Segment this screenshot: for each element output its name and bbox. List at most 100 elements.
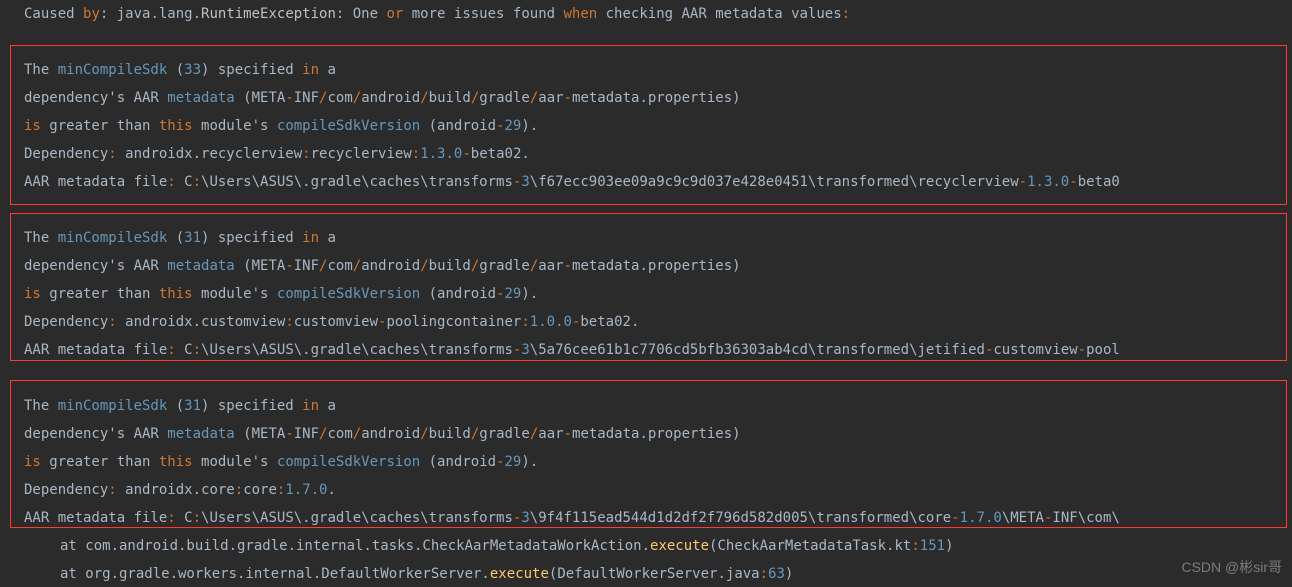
token: androidx.recyclerview	[117, 146, 302, 162]
token: /	[420, 258, 428, 274]
token: androidx.core	[117, 482, 235, 498]
token: :	[108, 482, 116, 498]
token: when	[563, 6, 597, 22]
token: gradle	[479, 426, 530, 442]
token: core	[243, 482, 277, 498]
token: \f67ecc903ee09a9c9c9d037e428e0451\transf…	[530, 174, 1019, 190]
token: 63	[768, 566, 785, 582]
token: compileSdkVersion	[277, 454, 420, 470]
token: compileSdkVersion	[277, 118, 420, 134]
token: Dependency	[24, 314, 108, 330]
token: :	[412, 146, 420, 162]
token: is	[24, 118, 41, 134]
token: \5a76cee61b1c7706cd5bfb36303ab4cd\transf…	[530, 342, 985, 358]
token: -	[564, 90, 572, 106]
log-line: dependency's AAR metadata (META-INF/com/…	[0, 84, 1292, 112]
token: metadata.properties)	[572, 90, 741, 106]
token: metadata	[167, 258, 234, 274]
token: ) specified	[201, 230, 302, 246]
token: execute	[490, 566, 549, 582]
token: -	[951, 510, 959, 526]
token: com	[327, 426, 352, 442]
token: recyclerview	[311, 146, 412, 162]
token: C	[176, 174, 193, 190]
token: :	[108, 314, 116, 330]
log-line: The minCompileSdk (31) specified in a	[0, 392, 1292, 420]
token: 3	[521, 174, 529, 190]
token: 1.3.0	[1027, 174, 1069, 190]
token: metadata	[167, 90, 234, 106]
token: :	[193, 342, 201, 358]
token: (	[167, 62, 184, 78]
token: 29	[504, 454, 521, 470]
token: Dependency	[24, 146, 108, 162]
token: \Users\ASUS\.gradle\caches\transforms	[201, 510, 513, 526]
token: :	[167, 342, 175, 358]
log-line: The minCompileSdk (33) specified in a	[0, 56, 1292, 84]
token: or	[386, 6, 403, 22]
token: greater than	[41, 454, 159, 470]
token: :	[167, 174, 175, 190]
token: aar	[538, 90, 563, 106]
token: -	[1019, 174, 1027, 190]
token: greater than	[41, 118, 159, 134]
token: 3	[521, 510, 529, 526]
token: metadata	[167, 426, 234, 442]
token: in	[302, 62, 319, 78]
token: \META	[1002, 510, 1044, 526]
token: at org.gradle.workers.internal.DefaultWo…	[60, 566, 490, 582]
token: aar	[538, 258, 563, 274]
token: :	[521, 314, 529, 330]
token: android	[361, 90, 420, 106]
log-line	[0, 196, 1292, 224]
token: 1.3.0	[420, 146, 462, 162]
token: com	[327, 90, 352, 106]
token: : java.lang.	[100, 6, 201, 22]
token: dependency's AAR	[24, 90, 167, 106]
log-line: AAR metadata file: C:\Users\ASUS\.gradle…	[0, 504, 1292, 532]
token: metadata.properties)	[572, 426, 741, 442]
token: :	[760, 566, 768, 582]
token: :	[235, 482, 243, 498]
token: :	[842, 6, 850, 22]
token: minCompileSdk	[58, 398, 168, 414]
token: is	[24, 454, 41, 470]
token: \Users\ASUS\.gradle\caches\transforms	[201, 174, 513, 190]
log-line: Dependency: androidx.recyclerview:recycl…	[0, 140, 1292, 168]
log-line: is greater than this module's compileSdk…	[0, 280, 1292, 308]
token: INF	[294, 426, 319, 442]
token: 1.7.0	[960, 510, 1002, 526]
token: -	[564, 426, 572, 442]
token: -	[285, 90, 293, 106]
log-line: AAR metadata file: C:\Users\ASUS\.gradle…	[0, 336, 1292, 364]
token: :	[911, 538, 919, 554]
token: customview	[294, 314, 378, 330]
token: RuntimeException	[201, 6, 336, 22]
token: 1.0.0	[530, 314, 572, 330]
token: :	[302, 146, 310, 162]
token: AAR metadata file	[24, 174, 167, 190]
token: (	[167, 230, 184, 246]
token: AAR metadata file	[24, 342, 167, 358]
token: compileSdkVersion	[277, 286, 420, 302]
token: ) specified	[201, 62, 302, 78]
token: (META	[235, 90, 286, 106]
token: \9f4f115ead544d1d2df2f796d582d005\transf…	[530, 510, 951, 526]
token: /	[471, 90, 479, 106]
token: :	[108, 146, 116, 162]
token: -	[285, 426, 293, 442]
token: -	[564, 258, 572, 274]
log-line: at org.gradle.workers.internal.DefaultWo…	[0, 560, 1292, 587]
token: /	[420, 90, 428, 106]
token: a	[319, 62, 336, 78]
token: build	[429, 90, 471, 106]
token: 29	[504, 286, 521, 302]
token: (android	[420, 454, 496, 470]
token: android	[361, 426, 420, 442]
token: :	[193, 510, 201, 526]
token: execute	[650, 538, 709, 554]
token: -	[285, 258, 293, 274]
token: 33	[184, 62, 201, 78]
token: ) specified	[201, 398, 302, 414]
token: INF\com\	[1052, 510, 1119, 526]
